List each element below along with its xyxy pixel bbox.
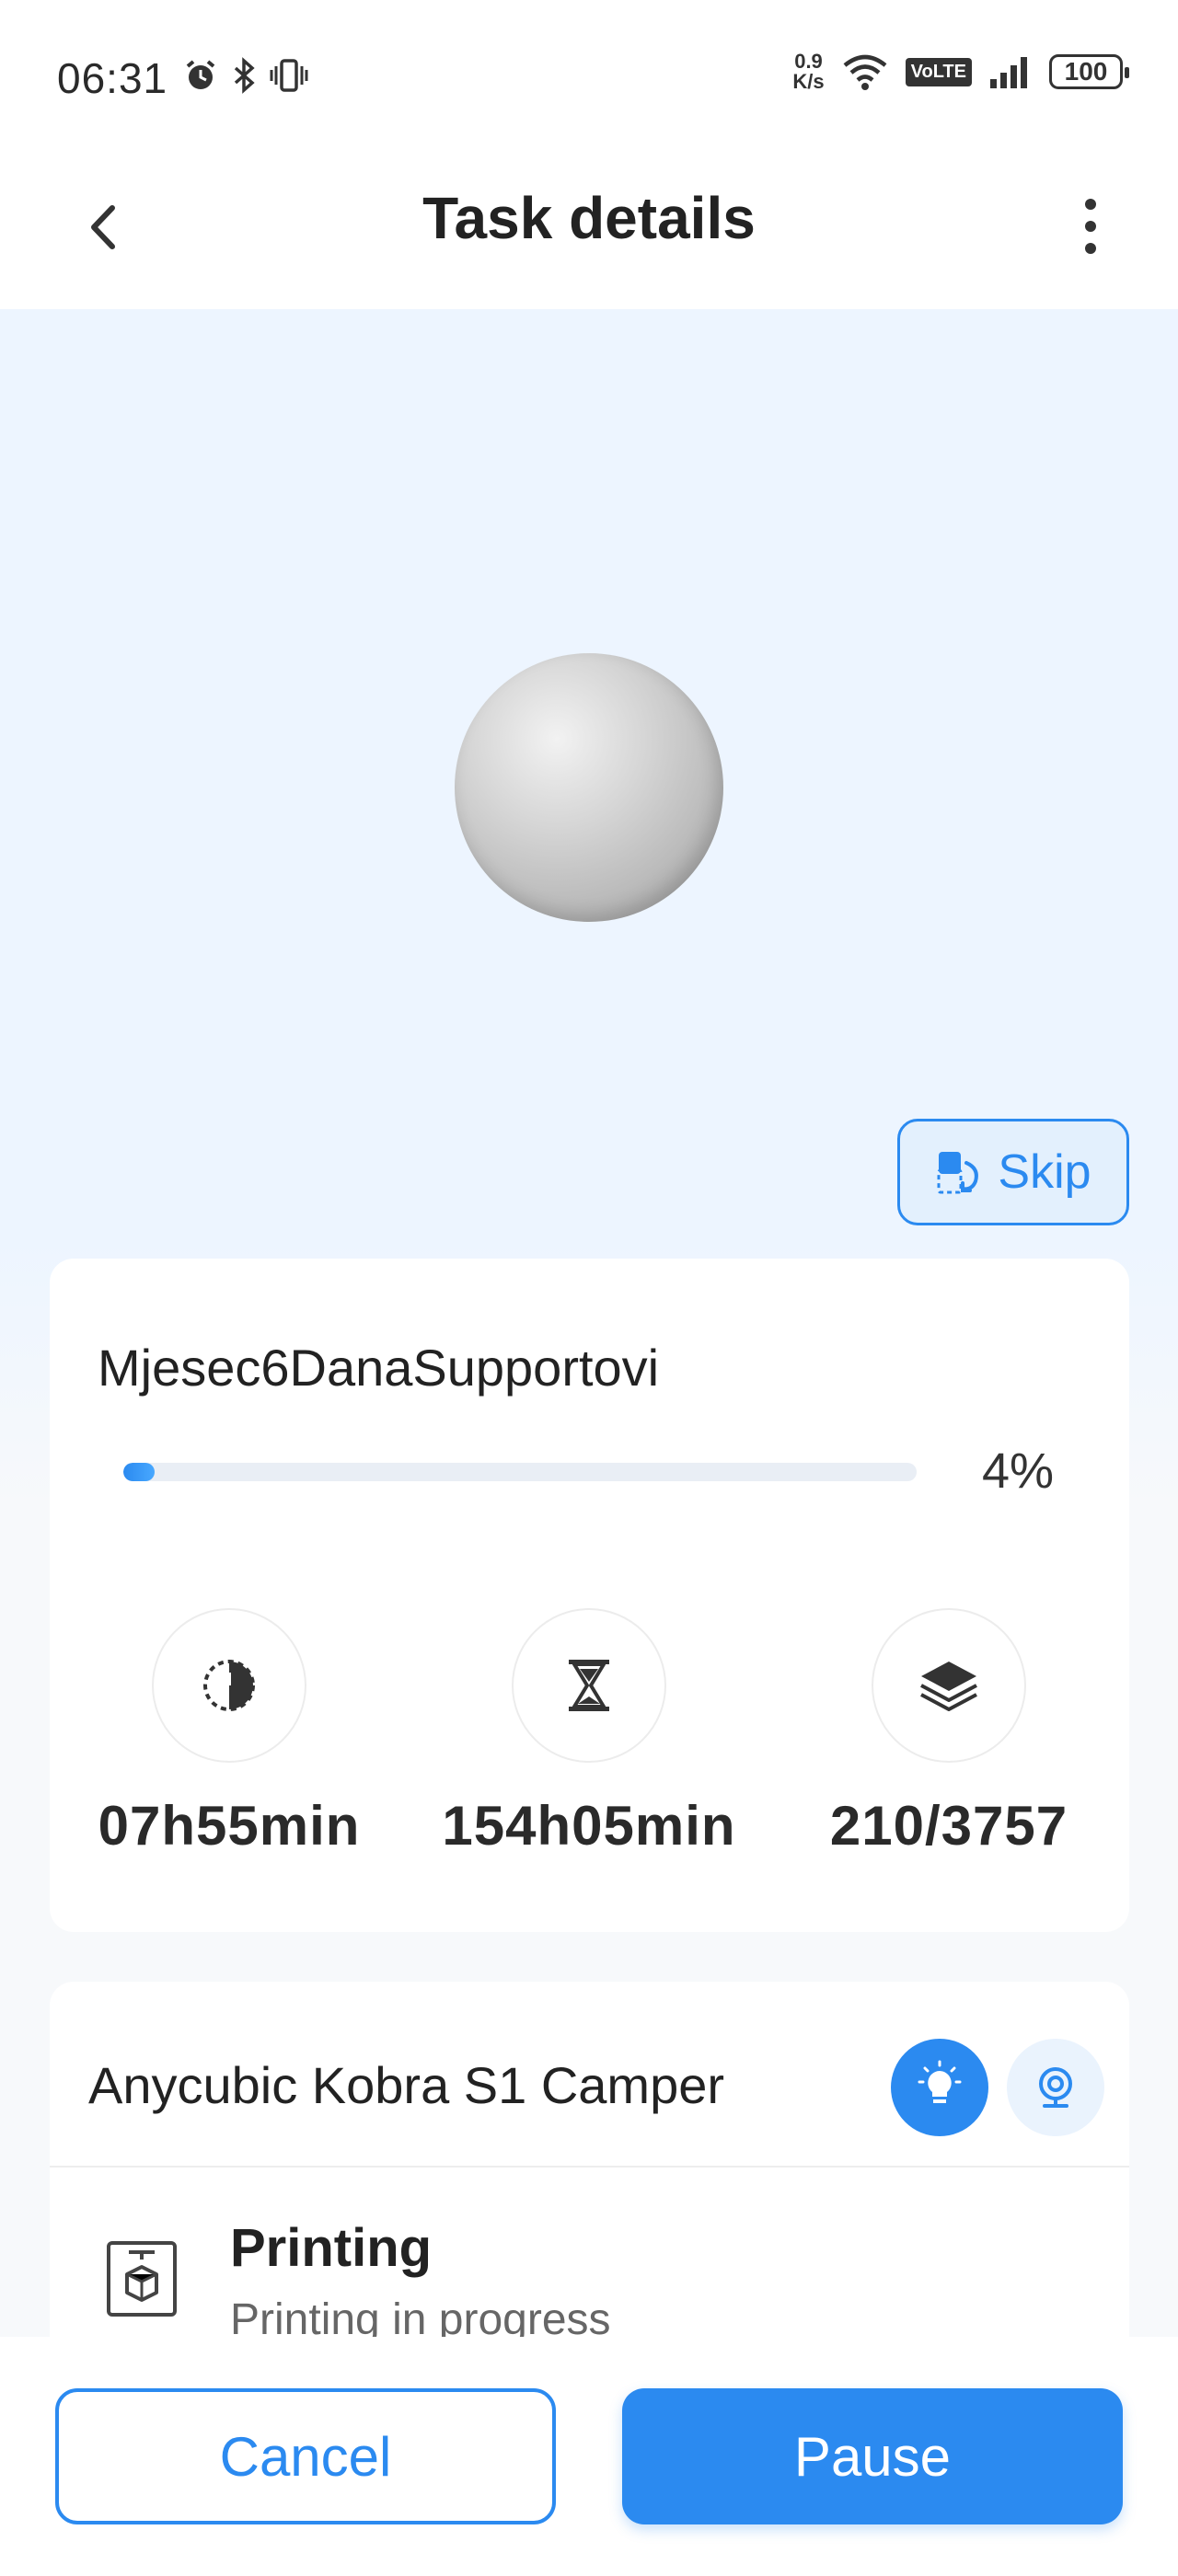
layers-value: 210/3757 — [829, 1795, 1068, 1857]
remaining-time-value: 154h05min — [442, 1795, 736, 1857]
lightbulb-icon — [918, 2060, 962, 2103]
elapsed-time-icon — [203, 1660, 255, 1711]
bottom-action-bar: Cancel Pause — [0, 2337, 1178, 2576]
elapsed-time-stat: 07h55min — [77, 1608, 381, 1857]
page-title: Task details — [422, 185, 756, 251]
model-preview-image — [455, 653, 723, 922]
print-progress-card: Mjesec6DanaSupportovi 4% 07h55min 154h05… — [50, 1259, 1129, 1932]
camera-button[interactable] — [1007, 2039, 1104, 2136]
volte-badge: VoLTE — [905, 57, 972, 86]
progress-bar-fill — [123, 1463, 156, 1481]
skip-label: Skip — [998, 1145, 1091, 1199]
bluetooth-icon — [234, 57, 255, 94]
status-right-icons: 0.9 K/s VoLTE 100 — [792, 52, 1129, 92]
pause-button[interactable]: Pause — [622, 2388, 1123, 2524]
vibrate-icon — [270, 59, 308, 92]
battery-level: 100 — [1064, 57, 1108, 86]
layers-icon — [920, 1662, 977, 1711]
printer-name: Anycubic Kobra S1 Camper — [88, 2056, 725, 2114]
file-name: Mjesec6DanaSupportovi — [98, 1339, 660, 1397]
layers-badge — [872, 1608, 1026, 1763]
progress-percent: 4% — [981, 1443, 1054, 1499]
printer-icon — [107, 2241, 177, 2317]
remaining-time-stat: 154h05min — [437, 1608, 741, 1857]
elapsed-time-value: 07h55min — [98, 1795, 361, 1857]
elapsed-time-badge — [152, 1608, 306, 1763]
more-vertical-icon — [1085, 199, 1096, 254]
skip-object-icon — [937, 1152, 979, 1194]
status-left-icons — [182, 57, 309, 94]
light-toggle-button[interactable] — [891, 2039, 988, 2136]
skip-button[interactable]: Skip — [897, 1119, 1129, 1225]
network-speed-unit: K/s — [792, 70, 825, 93]
status-time: 06:31 — [57, 54, 168, 102]
progress-bar — [123, 1463, 917, 1481]
remaining-time-badge — [512, 1608, 666, 1763]
network-speed: 0.9 K/s — [792, 52, 824, 92]
status-bar: 06:31 0.9 K/s VoLTE 100 — [0, 0, 1178, 156]
app-header: Task details — [0, 156, 1178, 309]
camera-icon — [1039, 2067, 1072, 2108]
signal-icon — [990, 57, 1027, 88]
cancel-button[interactable]: Cancel — [55, 2388, 556, 2524]
card-divider — [50, 2166, 1129, 2168]
hourglass-icon — [569, 1660, 609, 1711]
more-options-button[interactable] — [1058, 190, 1123, 263]
wifi-icon — [843, 54, 887, 90]
network-speed-value: 0.9 — [794, 50, 823, 73]
battery-indicator: 100 — [1049, 54, 1129, 89]
alarm-icon — [186, 60, 215, 89]
layers-stat: 210/3757 — [797, 1608, 1101, 1857]
printer-card: Anycubic Kobra S1 Camper Printing Printi… — [50, 1982, 1129, 2350]
print-status-title: Printing — [230, 2218, 433, 2278]
